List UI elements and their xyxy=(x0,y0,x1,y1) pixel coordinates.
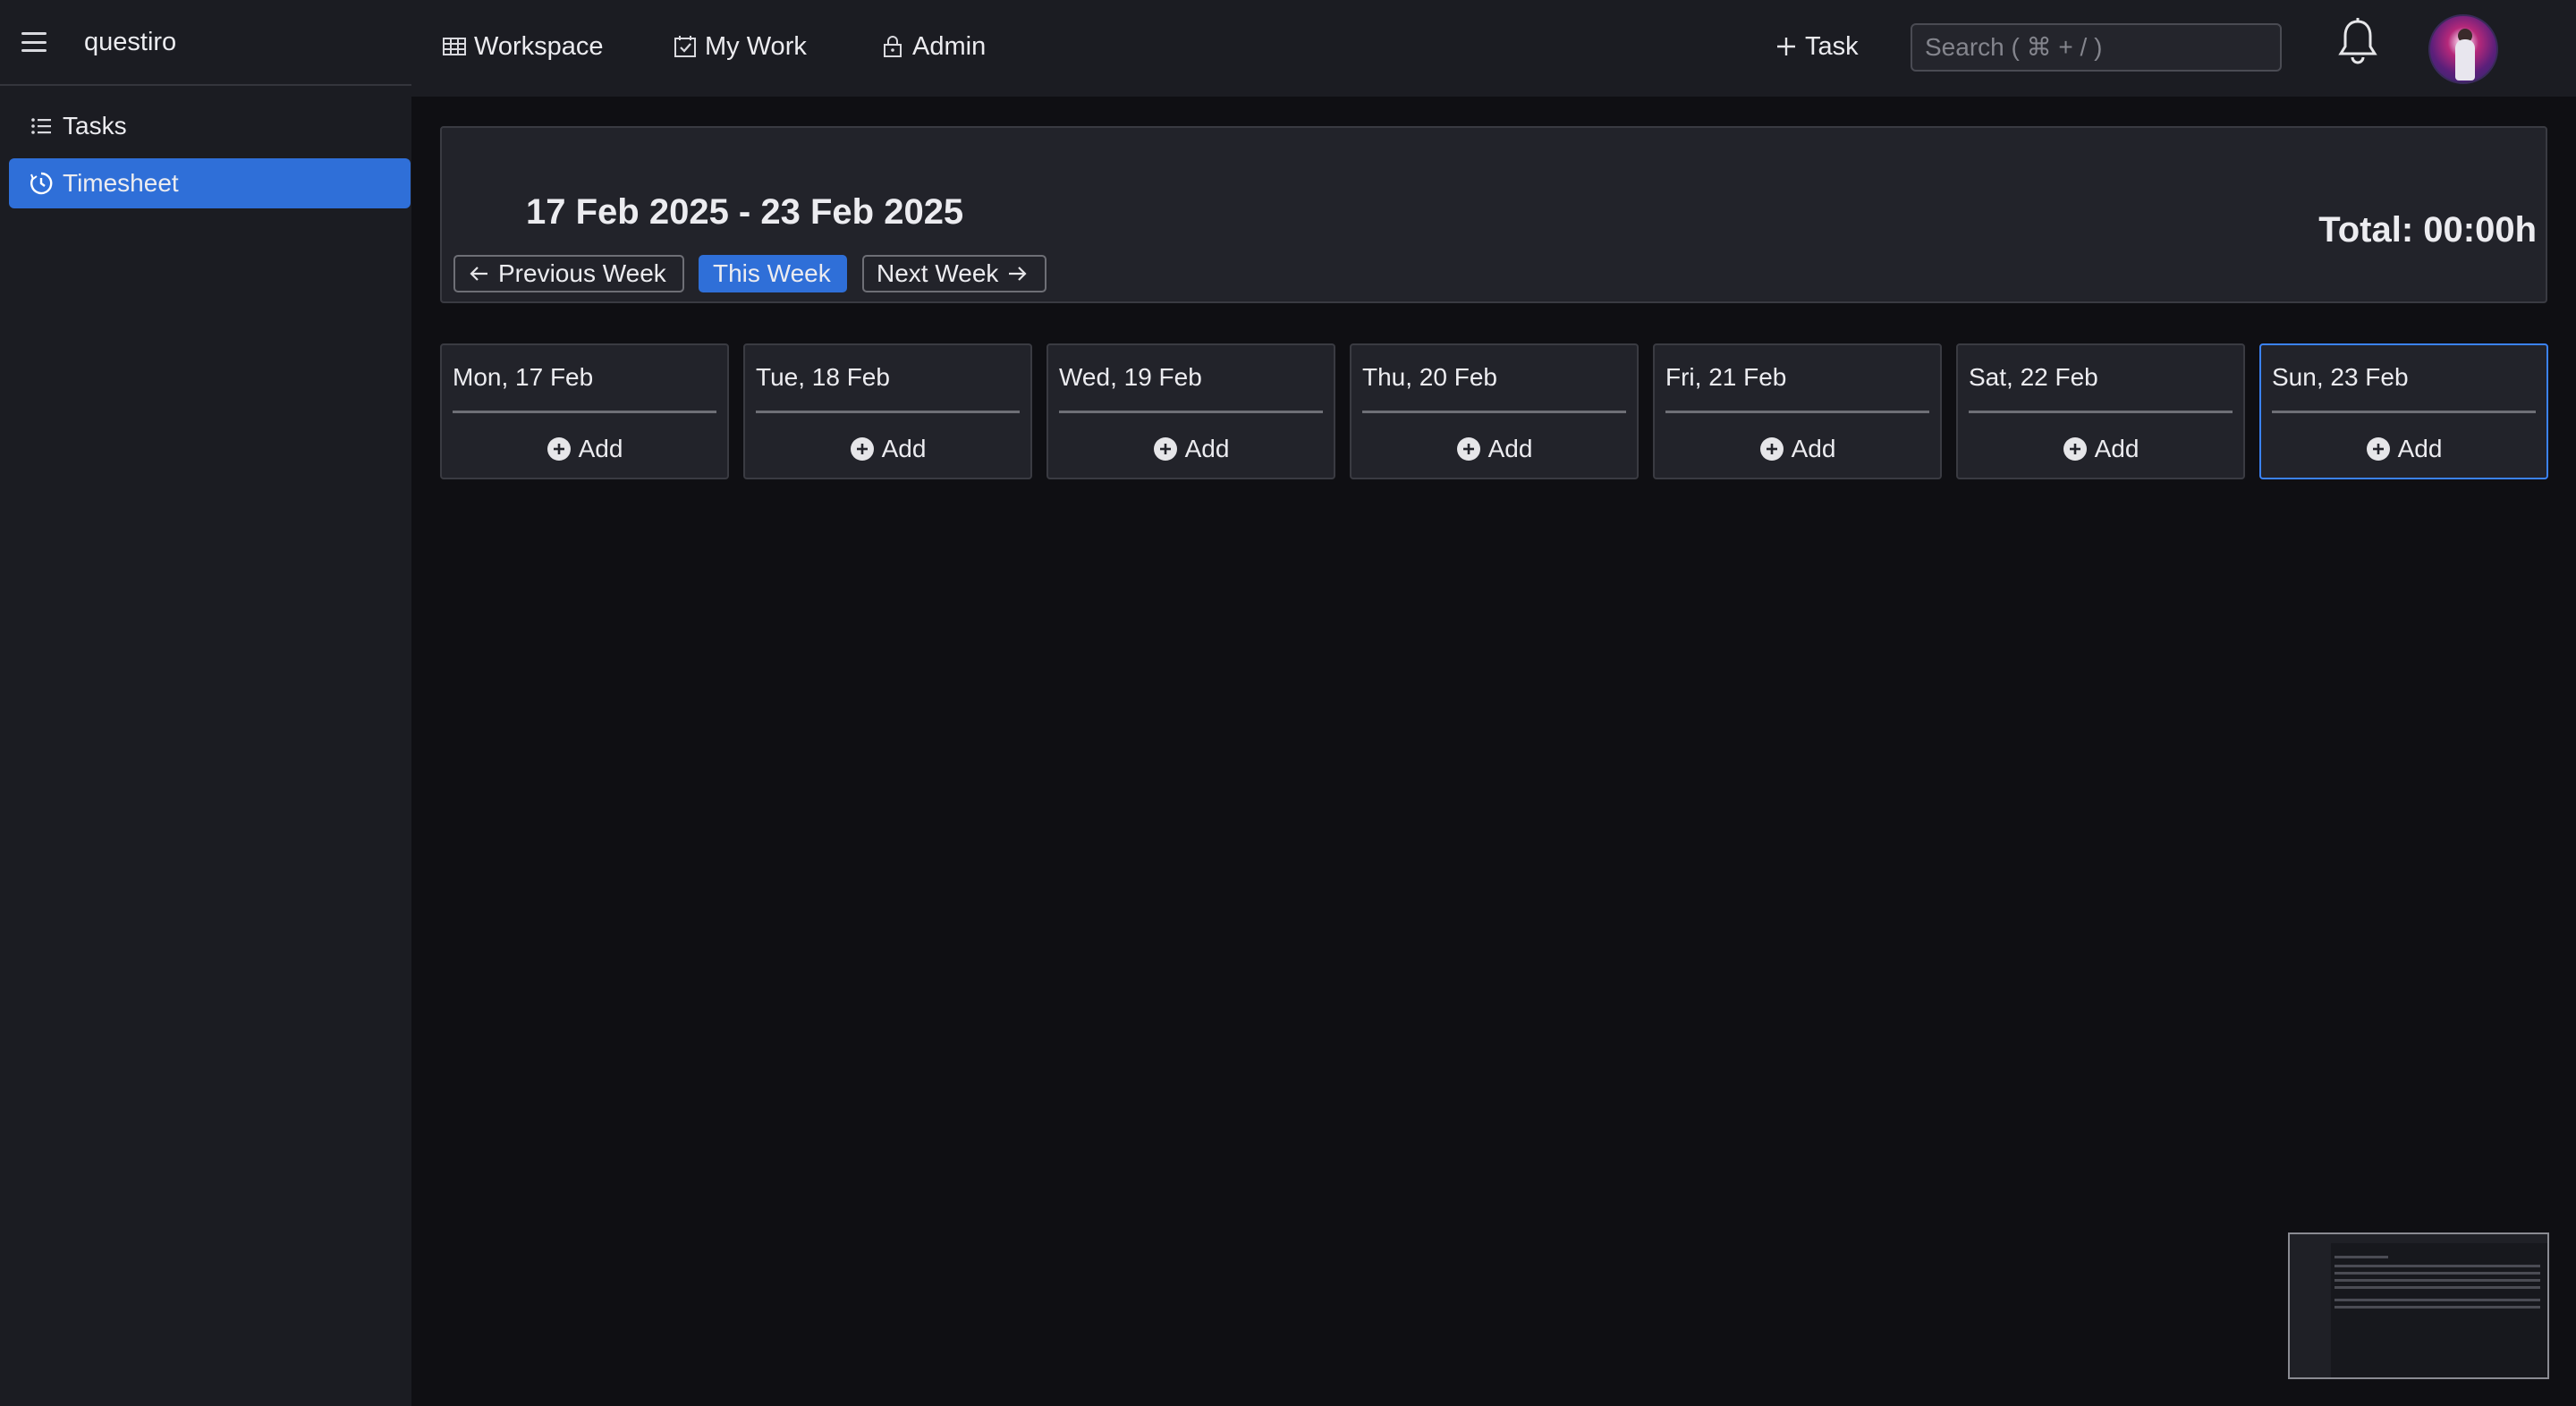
this-week-label: This Week xyxy=(713,259,831,287)
add-entry-button[interactable]: Add xyxy=(1352,431,1637,467)
day-card-tue: Tue, 18 Feb Add xyxy=(743,343,1032,479)
day-divider xyxy=(756,411,1020,413)
avatar[interactable] xyxy=(2428,14,2498,84)
sidebar-item-timesheet[interactable]: Timesheet xyxy=(9,158,411,208)
plus-circle-icon xyxy=(1759,437,1784,461)
plus-circle-icon xyxy=(1153,437,1177,461)
plus-circle-icon xyxy=(2366,437,2390,461)
add-entry-button[interactable]: Add xyxy=(1655,431,1940,467)
nav-my-work[interactable]: My Work xyxy=(673,27,807,66)
nav-admin[interactable]: Admin xyxy=(880,27,986,66)
day-title: Sun, 23 Feb xyxy=(2272,363,2409,391)
day-title: Thu, 20 Feb xyxy=(1362,363,1497,391)
week-header-panel: 17 Feb 2025 - 23 Feb 2025 Total: 00:00h … xyxy=(440,126,2547,303)
add-label: Add xyxy=(2094,435,2140,462)
previous-week-button[interactable]: Previous Week xyxy=(453,255,684,292)
day-divider xyxy=(1969,411,2233,413)
nav-label: My Work xyxy=(705,31,807,61)
week-range-title: 17 Feb 2025 - 23 Feb 2025 xyxy=(526,192,964,232)
sidebar: questiro Tasks Timesheet xyxy=(0,0,411,1406)
add-label: Add xyxy=(881,435,927,462)
sidebar-header: questiro xyxy=(0,0,411,86)
add-entry-button[interactable]: Add xyxy=(745,431,1030,467)
add-entry-button[interactable]: Add xyxy=(1048,431,1334,467)
menu-icon[interactable] xyxy=(21,32,47,52)
list-icon xyxy=(31,118,51,134)
day-card-mon: Mon, 17 Feb Add xyxy=(440,343,729,479)
day-title: Sat, 22 Feb xyxy=(1969,363,2098,391)
total-hours: Total: 00:00h xyxy=(2318,210,2537,250)
arrow-left-icon xyxy=(470,267,487,281)
this-week-button[interactable]: This Week xyxy=(699,255,847,292)
calendar-check-icon xyxy=(674,36,696,57)
plus-icon xyxy=(1777,38,1795,55)
next-week-button[interactable]: Next Week xyxy=(862,255,1046,292)
sidebar-item-label: Timesheet xyxy=(63,169,179,197)
search-input[interactable] xyxy=(1911,23,2282,72)
add-label: Add xyxy=(1791,435,1836,462)
clock-icon xyxy=(30,172,53,195)
add-entry-button[interactable]: Add xyxy=(442,431,727,467)
day-title: Wed, 19 Feb xyxy=(1059,363,1202,391)
add-label: Add xyxy=(578,435,623,462)
plus-circle-icon xyxy=(850,437,874,461)
plus-circle-icon xyxy=(1456,437,1480,461)
nav-label: Workspace xyxy=(474,31,604,61)
add-task-button[interactable]: Task xyxy=(1775,27,1859,66)
add-task-label: Task xyxy=(1805,31,1859,61)
previous-week-label: Previous Week xyxy=(498,259,666,287)
day-divider xyxy=(453,411,716,413)
add-entry-button[interactable]: Add xyxy=(1958,431,2243,467)
add-label: Add xyxy=(1487,435,1533,462)
add-entry-button[interactable]: Add xyxy=(2261,431,2546,467)
add-label: Add xyxy=(1184,435,1230,462)
arrow-right-icon xyxy=(1009,267,1027,281)
lock-icon xyxy=(884,36,902,57)
plus-circle-icon xyxy=(547,437,571,461)
next-week-label: Next Week xyxy=(877,259,999,287)
day-divider xyxy=(1665,411,1929,413)
day-title: Mon, 17 Feb xyxy=(453,363,594,391)
screen-thumbnail[interactable] xyxy=(2288,1232,2549,1379)
brand-name: questiro xyxy=(84,27,177,56)
nav-workspace[interactable]: Workspace xyxy=(442,27,604,66)
bell-icon[interactable] xyxy=(2334,16,2381,66)
add-label: Add xyxy=(2397,435,2443,462)
sidebar-item-tasks[interactable]: Tasks xyxy=(9,101,411,151)
top-navbar: Workspace My Work Admin Task xyxy=(411,0,2576,97)
day-card-sat: Sat, 22 Feb Add xyxy=(1956,343,2245,479)
day-card-sun: Sun, 23 Feb Add xyxy=(2259,343,2548,479)
day-divider xyxy=(2272,411,2536,413)
sidebar-item-label: Tasks xyxy=(63,112,127,140)
day-divider xyxy=(1362,411,1626,413)
day-card-wed: Wed, 19 Feb Add xyxy=(1046,343,1335,479)
day-card-thu: Thu, 20 Feb Add xyxy=(1350,343,1639,479)
plus-circle-icon xyxy=(2063,437,2087,461)
day-card-fri: Fri, 21 Feb Add xyxy=(1653,343,1942,479)
day-divider xyxy=(1059,411,1323,413)
nav-label: Admin xyxy=(912,31,987,61)
table-icon xyxy=(443,38,466,55)
day-title: Fri, 21 Feb xyxy=(1665,363,1787,391)
day-title: Tue, 18 Feb xyxy=(756,363,890,391)
